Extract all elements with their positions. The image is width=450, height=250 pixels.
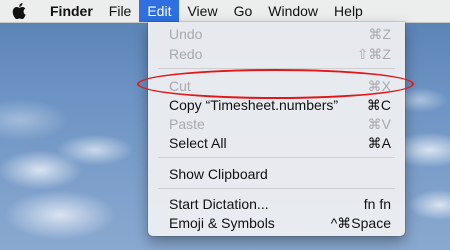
edit-menu-dropdown: Undo ⌘Z Redo ⇧⌘Z Cut ⌘X Copy “Timesheet.… [148, 22, 405, 236]
menu-separator [158, 157, 395, 158]
menu-item-label: Cut [169, 78, 191, 94]
menu-item-label: Redo [169, 46, 203, 62]
menu-item-label: Emoji & Symbols [169, 215, 275, 231]
menu-item-shortcut: ⇧⌘Z [356, 45, 391, 62]
menu-item-shortcut: ⌘A [367, 134, 391, 151]
menu-item-emoji-symbols[interactable]: Emoji & Symbols ^⌘Space [148, 212, 405, 234]
menu-item-shortcut: ⌘X [367, 77, 391, 94]
menu-separator [158, 188, 395, 189]
menu-item-show-clipboard[interactable]: Show Clipboard [148, 163, 405, 185]
menu-go[interactable]: Go [226, 0, 261, 22]
menu-help[interactable]: Help [326, 0, 371, 22]
menu-item-label: Show Clipboard [169, 166, 268, 182]
menu-item-label: Paste [169, 116, 205, 132]
menu-item-shortcut: ⌘Z [368, 25, 391, 42]
menu-item-shortcut: ⌘C [366, 96, 391, 113]
menu-item-redo[interactable]: Redo ⇧⌘Z [148, 43, 405, 65]
menu-item-shortcut: ^⌘Space [330, 214, 391, 231]
menu-file[interactable]: File [101, 0, 140, 22]
menu-edit[interactable]: Edit [139, 0, 180, 22]
menu-item-shortcut: fn fn [363, 196, 391, 212]
menu-item-label: Copy “Timesheet.numbers” [169, 97, 339, 113]
menu-bar: Finder File Edit View Go Window Help [0, 0, 450, 23]
apple-logo-icon [12, 3, 26, 19]
menu-item-select-all[interactable]: Select All ⌘A [148, 132, 405, 154]
menu-window[interactable]: Window [260, 0, 326, 22]
menu-item-label: Start Dictation... [169, 196, 269, 212]
menu-item-label: Select All [169, 135, 227, 151]
menu-separator [158, 68, 395, 69]
menu-item-shortcut: ⌘V [367, 115, 391, 132]
menu-finder[interactable]: Finder [38, 0, 101, 22]
menu-view[interactable]: View [179, 0, 225, 22]
menu-item-undo[interactable]: Undo ⌘Z [148, 23, 405, 45]
apple-menu[interactable] [0, 0, 38, 22]
menu-item-label: Undo [169, 26, 203, 42]
